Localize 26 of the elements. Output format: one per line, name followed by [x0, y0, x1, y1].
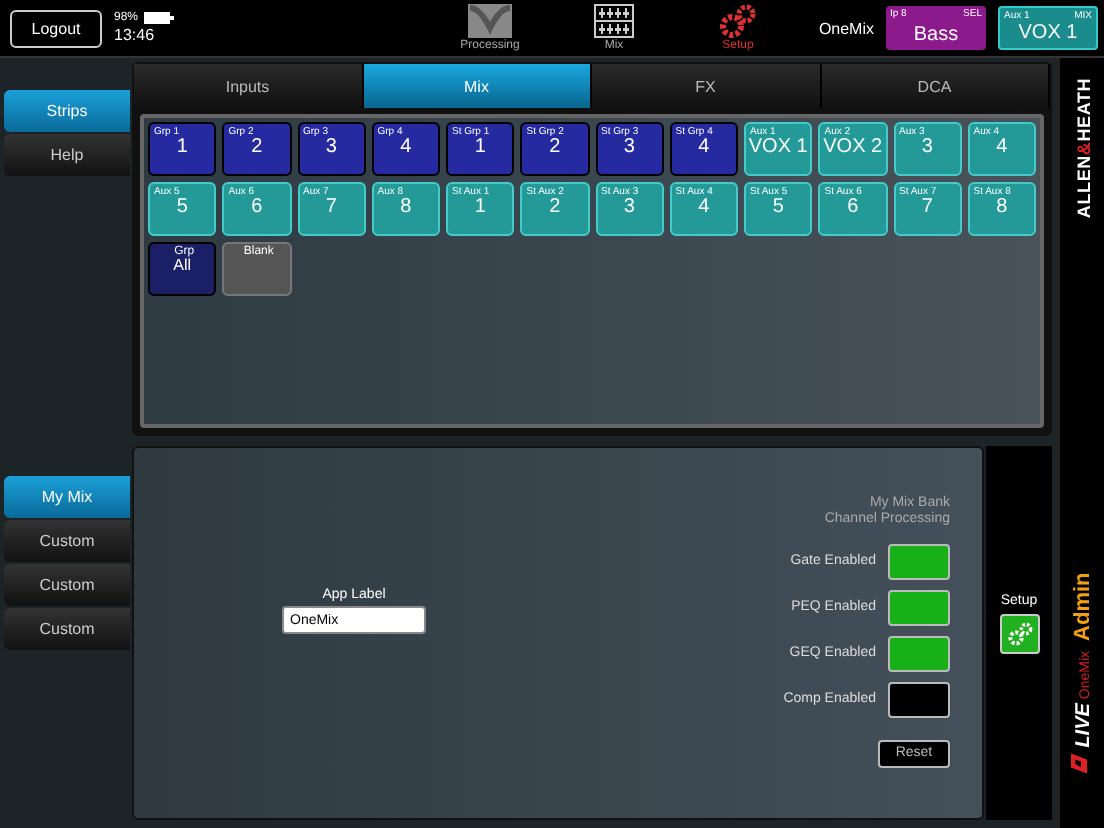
curve-icon: [468, 4, 513, 38]
battery-icon: [144, 12, 175, 24]
mix-name: OneMix: [818, 19, 874, 37]
toggle-button[interactable]: [888, 543, 950, 580]
tab[interactable]: FX: [592, 64, 821, 108]
settings-button[interactable]: [999, 614, 1039, 654]
logout-button[interactable]: Logout: [10, 9, 102, 47]
gears-icon: [718, 4, 759, 38]
tab[interactable]: Mix: [363, 64, 592, 108]
product-name: LIVE: [1073, 703, 1095, 748]
tab[interactable]: DCA: [821, 64, 1050, 108]
user-role: Admin: [1071, 572, 1095, 641]
faders-icon: [594, 4, 635, 38]
side-menu-button[interactable]: My Mix: [4, 476, 130, 518]
side-menu-button[interactable]: Help: [4, 134, 130, 176]
side-menu-button[interactable]: Custom: [4, 564, 130, 606]
clock-time: 13:46: [114, 28, 157, 44]
side-menu-button[interactable]: Strips: [4, 90, 130, 132]
toggle-button[interactable]: [888, 681, 950, 718]
tab[interactable]: Inputs: [134, 64, 363, 108]
toggle-button[interactable]: [888, 589, 950, 626]
brand-logo-text: ALLEN&HEATH: [1074, 77, 1094, 219]
side-menu-button[interactable]: Custom: [4, 520, 130, 562]
toggle-button[interactable]: [888, 635, 950, 672]
side-menu-button[interactable]: Custom: [4, 608, 130, 650]
d-logo-icon: [1069, 751, 1089, 776]
